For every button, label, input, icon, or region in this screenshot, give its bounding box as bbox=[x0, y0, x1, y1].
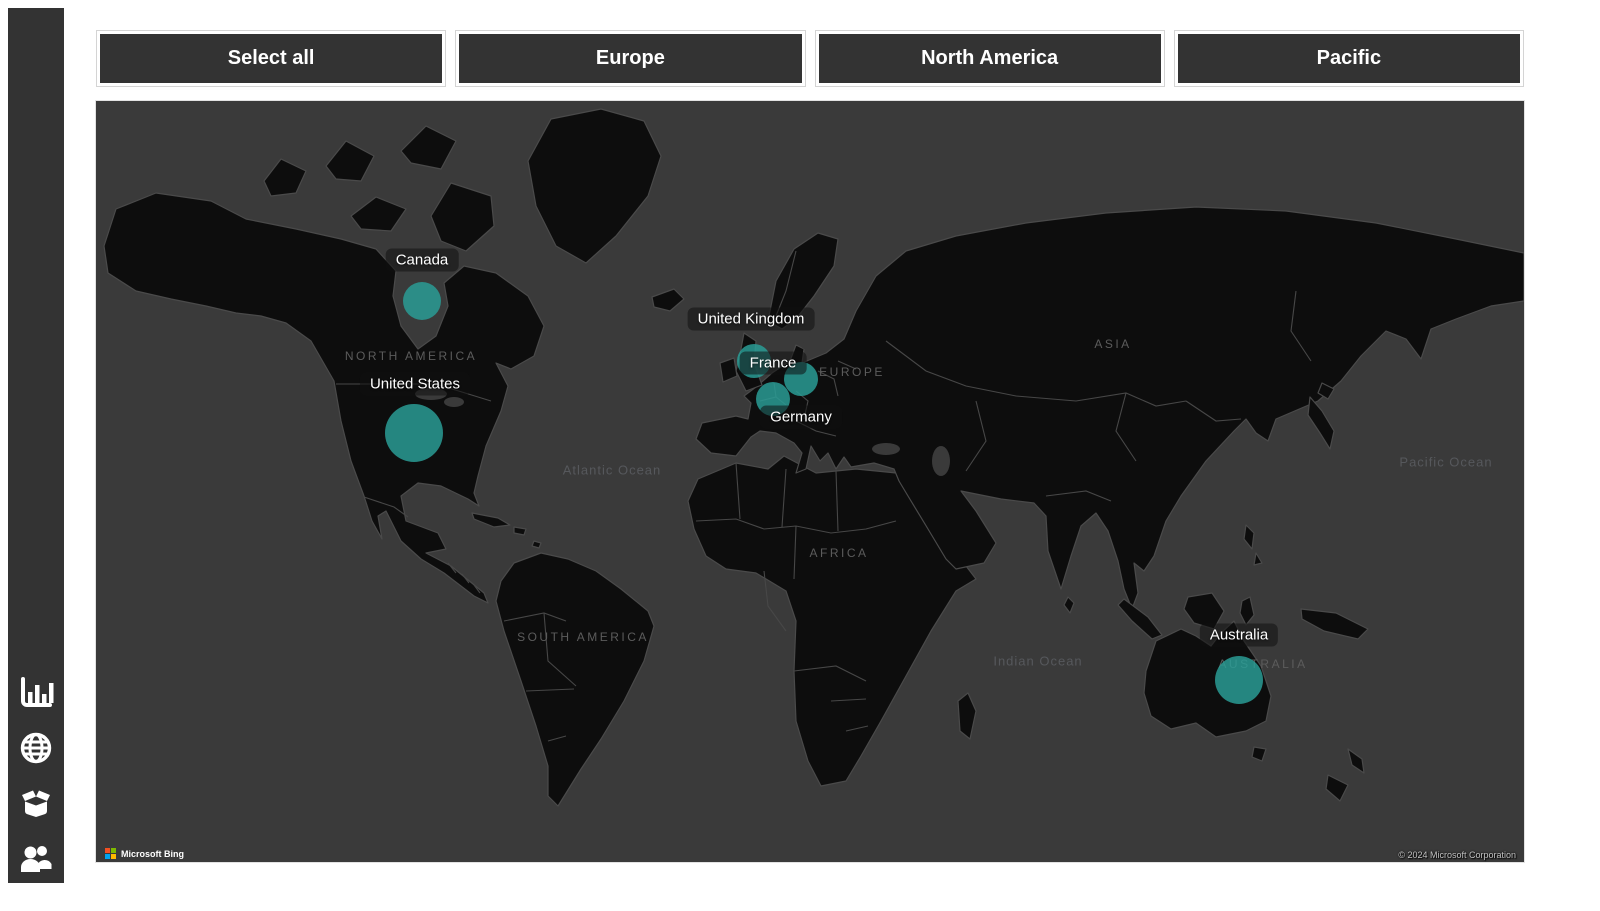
map-bubble-canada[interactable] bbox=[403, 282, 441, 320]
map-data-label-australia: Australia bbox=[1200, 624, 1278, 647]
open-box-icon[interactable] bbox=[15, 782, 57, 824]
microsoft-logo-icon bbox=[105, 848, 116, 859]
map-region-label-north-america: NORTH AMERICA bbox=[345, 349, 477, 363]
map-region-label-indian-ocean: Indian Ocean bbox=[993, 654, 1082, 669]
bing-attribution: Microsoft Bing bbox=[105, 848, 184, 859]
select-all-button-label[interactable]: Select all bbox=[100, 34, 442, 83]
map-bubble-australia[interactable] bbox=[1215, 656, 1263, 704]
region-slicer-row: Select all Europe North America Pacific bbox=[96, 30, 1524, 87]
map-data-label-united-kingdom: United Kingdom bbox=[688, 308, 815, 331]
map-region-label-europe: EUROPE bbox=[819, 365, 885, 379]
map-region-label-atlantic-ocean: Atlantic Ocean bbox=[563, 463, 662, 478]
left-icon-rail bbox=[8, 8, 64, 883]
map-bubble-united-states[interactable] bbox=[385, 404, 443, 462]
map-region-label-south-america: SOUTH AMERICA bbox=[517, 630, 649, 644]
map-data-label-united-states: United States bbox=[360, 373, 470, 396]
europe-button-label[interactable]: Europe bbox=[459, 34, 801, 83]
pacific-button-label[interactable]: Pacific bbox=[1178, 34, 1520, 83]
north-america-button-label[interactable]: North America bbox=[819, 34, 1161, 83]
bar-chart-icon[interactable] bbox=[15, 672, 57, 714]
select-all-button[interactable]: Select all bbox=[96, 30, 446, 87]
bing-attribution-label: Microsoft Bing bbox=[121, 849, 184, 859]
map-copyright: © 2024 Microsoft Corporation bbox=[1398, 850, 1516, 860]
bing-map-visual[interactable]: NORTH AMERICA SOUTH AMERICA EUROPE AFRICA AS… bbox=[95, 100, 1525, 863]
map-data-label-germany: Germany bbox=[760, 406, 842, 429]
map-annotation-layer: NORTH AMERICA SOUTH AMERICA EUROPE AFRICA AS… bbox=[96, 101, 1524, 862]
north-america-button[interactable]: North America bbox=[815, 30, 1165, 87]
map-data-label-france: France bbox=[740, 352, 807, 375]
people-icon[interactable] bbox=[15, 837, 57, 879]
europe-button[interactable]: Europe bbox=[455, 30, 805, 87]
pacific-button[interactable]: Pacific bbox=[1174, 30, 1524, 87]
map-region-label-asia: ASIA bbox=[1094, 337, 1131, 351]
map-region-label-africa: AFRICA bbox=[809, 546, 868, 560]
map-data-label-canada: Canada bbox=[386, 249, 459, 272]
map-region-label-pacific-ocean: Pacific Ocean bbox=[1399, 455, 1492, 470]
globe-icon[interactable] bbox=[15, 727, 57, 769]
